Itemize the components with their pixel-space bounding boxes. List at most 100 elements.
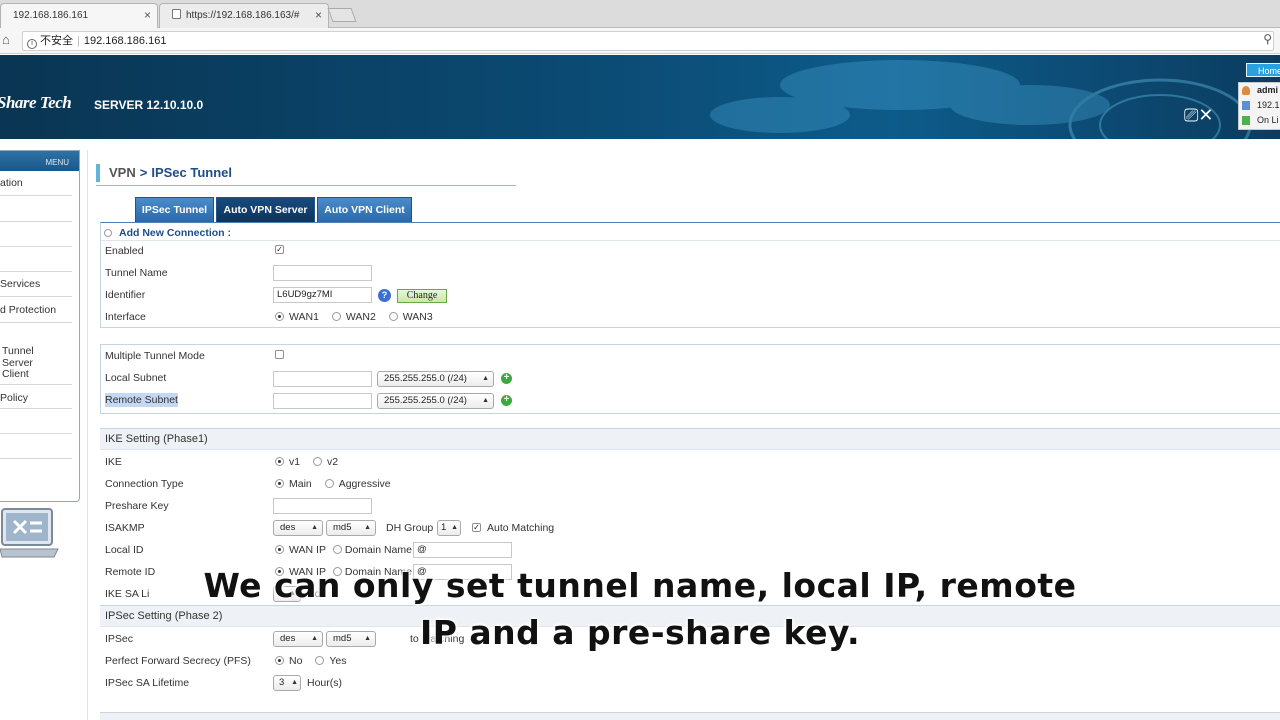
zoom-icon[interactable]: ⚲ bbox=[1263, 32, 1272, 46]
ike-v1-radio[interactable] bbox=[275, 457, 284, 466]
page-title: IPSec Tunnel bbox=[151, 165, 232, 180]
new-tab-button[interactable] bbox=[327, 8, 357, 22]
browser-tab-2[interactable]: https://192.168.186.163/# × bbox=[159, 3, 329, 28]
collapse-icon[interactable] bbox=[104, 229, 112, 237]
browser-tab-title: https://192.168.186.163/# bbox=[186, 10, 300, 21]
page-icon bbox=[172, 9, 181, 19]
sidebar-item-client[interactable]: Client bbox=[2, 368, 74, 380]
help-icon[interactable]: ? bbox=[378, 289, 391, 302]
change-button[interactable]: Change bbox=[397, 289, 447, 303]
add-remote-subnet-icon[interactable]: + bbox=[501, 395, 512, 406]
address-bar-row: ⌂ i 不安全 | 192.168.186.161 ⚲ bbox=[0, 28, 1280, 54]
user-ip-row: 192.1 bbox=[1239, 98, 1280, 113]
multiple-tunnel-checkbox[interactable] bbox=[275, 350, 284, 359]
local-subnet-mask-select[interactable]: 255.255.255.0 (/24) ▲ bbox=[377, 371, 494, 387]
sidebar-item[interactable]: ation bbox=[0, 177, 72, 189]
ike-version-radio-group: v1 v2 bbox=[275, 455, 338, 469]
connection-type-radio-group: Main Aggressive bbox=[275, 477, 391, 491]
user-status-row: On Li bbox=[1239, 113, 1280, 128]
enabled-label: Enabled bbox=[105, 245, 144, 257]
aggressive-mode-radio[interactable] bbox=[324, 479, 334, 488]
remote-subnet-label: Remote Subnet bbox=[105, 393, 178, 407]
server-version: SERVER 12.10.10.0 bbox=[94, 98, 204, 112]
identifier-label: Identifier bbox=[105, 289, 146, 301]
ike-v2-radio[interactable] bbox=[313, 457, 323, 466]
security-label: 不安全 bbox=[40, 35, 73, 47]
multiple-tunnel-label: Multiple Tunnel Mode bbox=[105, 350, 205, 362]
breadcrumb-section[interactable]: VPN bbox=[109, 165, 136, 180]
dh-group-label: DH Group bbox=[386, 522, 434, 534]
preshare-key-input[interactable] bbox=[273, 498, 372, 514]
wan3-radio[interactable] bbox=[388, 312, 398, 321]
close-icon[interactable]: × bbox=[144, 4, 151, 27]
ipsec-sa-lifetime-label: IPSec SA Lifetime bbox=[105, 677, 190, 689]
interface-label: Interface bbox=[105, 311, 146, 323]
sidebar-item-policy[interactable]: Policy bbox=[0, 392, 72, 404]
add-local-subnet-icon[interactable]: + bbox=[501, 373, 512, 384]
ike-section-header: IKE Setting (Phase1) bbox=[100, 428, 1280, 450]
pfs-label: Perfect Forward Secrecy (PFS) bbox=[105, 655, 251, 667]
tab-auto-vpn-server[interactable]: Auto VPN Server bbox=[216, 197, 315, 223]
main-mode-radio[interactable] bbox=[275, 479, 284, 488]
tab-auto-vpn-client[interactable]: Auto VPN Client bbox=[317, 197, 412, 223]
address-bar[interactable]: i 不安全 | 192.168.186.161 bbox=[22, 31, 1274, 51]
local-domain-radio[interactable] bbox=[332, 545, 342, 554]
home-icon[interactable]: ⌂ bbox=[2, 32, 10, 47]
tunnel-name-input[interactable] bbox=[273, 265, 372, 281]
status-icon bbox=[1242, 116, 1250, 125]
auto-matching-checkbox[interactable]: ✓ bbox=[472, 523, 481, 532]
home-button[interactable]: Home bbox=[1246, 63, 1280, 77]
wan2-radio[interactable] bbox=[331, 312, 341, 321]
enabled-checkbox[interactable]: ✓ bbox=[275, 245, 284, 254]
ipsec-sa-lifetime-select[interactable]: 3 ▲ bbox=[273, 675, 301, 691]
sidebar-item-services[interactable]: Services bbox=[0, 278, 72, 290]
preshare-key-label: Preshare Key bbox=[105, 500, 169, 512]
breadcrumb: VPN > IPSec Tunnel bbox=[96, 164, 232, 182]
tools-icon[interactable]: ⎚✕ bbox=[1184, 105, 1213, 126]
video-caption-line-1: We can only set tunnel name, local IP, r… bbox=[203, 566, 1077, 605]
browser-tab-1[interactable]: 192.168.186.161 × bbox=[0, 3, 158, 28]
local-domain-input[interactable]: @ bbox=[413, 542, 512, 558]
browser-tab-title: 192.168.186.161 bbox=[13, 10, 89, 21]
dh-group-select[interactable]: 1 ▲ bbox=[437, 520, 461, 536]
url-text: 192.168.186.161 bbox=[83, 35, 167, 47]
isakmp-label: ISAKMP bbox=[105, 522, 145, 534]
info-icon[interactable]: i bbox=[27, 39, 37, 49]
video-caption-line-2: IP and a pre-share key. bbox=[419, 613, 861, 652]
pfs-radio-group: No Yes bbox=[275, 654, 347, 668]
remote-subnet-input[interactable] bbox=[273, 393, 372, 409]
local-wan-ip-radio[interactable] bbox=[275, 545, 284, 554]
world-map-graphic bbox=[710, 60, 1252, 139]
user-info-box: admi 192.1 On Li bbox=[1238, 82, 1280, 130]
interface-radio-group: WAN1 WAN2 WAN3 bbox=[275, 310, 433, 324]
identifier-input[interactable]: L6UD9gz7MI bbox=[273, 287, 372, 303]
brand-logo: Share Tech bbox=[0, 93, 72, 112]
close-icon[interactable]: × bbox=[315, 4, 322, 27]
sidebar-item-tunnel[interactable]: Tunnel bbox=[2, 345, 74, 357]
laptop-icon bbox=[0, 508, 59, 558]
auto-matching-label: Auto Matching bbox=[487, 522, 555, 534]
ipsec-sa-unit-label: Hour(s) bbox=[307, 677, 343, 689]
local-id-radio-group: WAN IP Domain Name bbox=[275, 543, 412, 557]
pfs-no-radio[interactable] bbox=[275, 656, 284, 665]
sidebar-menu: MENU ation Services d Protection Tunnel … bbox=[0, 150, 80, 502]
browser-tab-bar: 192.168.186.161 × https://192.168.186.16… bbox=[0, 0, 1280, 28]
local-subnet-input[interactable] bbox=[273, 371, 372, 387]
add-connection-title: Add New Connection : bbox=[104, 226, 231, 240]
app-banner: Share Tech SERVER 12.10.10.0 ⎚✕ Home adm… bbox=[0, 55, 1280, 139]
network-icon bbox=[1242, 101, 1250, 110]
pfs-yes-radio[interactable] bbox=[315, 656, 325, 665]
isakmp-encryption-select[interactable]: des ▲ bbox=[273, 520, 323, 536]
connection-type-label: Connection Type bbox=[105, 478, 184, 490]
remote-subnet-mask-select[interactable]: 255.255.255.0 (/24) ▲ bbox=[377, 393, 494, 409]
wan1-radio[interactable] bbox=[275, 312, 284, 321]
isakmp-hash-select[interactable]: md5 ▲ bbox=[326, 520, 376, 536]
local-subnet-label: Local Subnet bbox=[105, 372, 167, 384]
user-name-row: admi bbox=[1239, 83, 1280, 98]
sidebar-item-protection[interactable]: d Protection bbox=[0, 304, 72, 316]
next-section-header bbox=[100, 712, 1280, 720]
menu-header: MENU bbox=[0, 151, 79, 171]
tab-ipsec-tunnel[interactable]: IPSec Tunnel bbox=[135, 197, 214, 223]
user-icon bbox=[1242, 86, 1250, 95]
local-id-label: Local ID bbox=[105, 544, 144, 556]
